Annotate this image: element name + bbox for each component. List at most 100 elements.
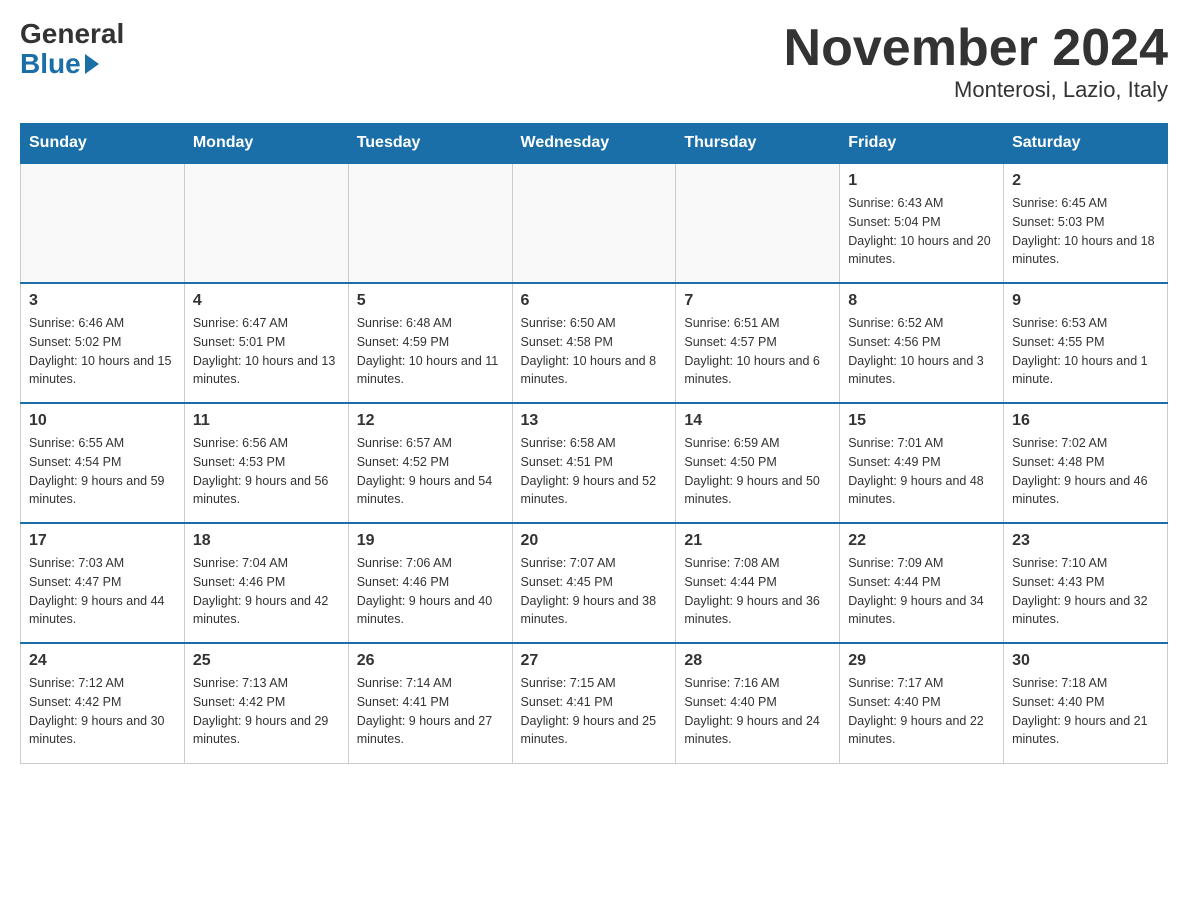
day-info: Sunrise: 7:15 AMSunset: 4:41 PMDaylight:… xyxy=(521,674,668,749)
calendar-day-cell xyxy=(21,163,185,283)
day-of-week-header: Sunday xyxy=(21,124,185,164)
calendar-day-cell: 30Sunrise: 7:18 AMSunset: 4:40 PMDayligh… xyxy=(1004,643,1168,763)
calendar-day-cell: 17 Sunrise: 7:03 AMSunset: 4:47 PMDayligh… xyxy=(21,523,185,643)
day-number: 17 xyxy=(29,532,176,550)
page-header: General Blue November 2024 Monterosi, La… xyxy=(20,20,1168,103)
day-info: Sunrise: 7:01 AMSunset: 4:49 PMDaylight:… xyxy=(848,434,995,509)
calendar-day-cell: 11 Sunrise: 6:56 AMSunset: 4:53 PMDayligh… xyxy=(184,403,348,523)
title-section: November 2024 Monterosi, Lazio, Italy xyxy=(784,20,1168,103)
calendar-day-cell: 1 Sunrise: 6:43 AMSunset: 5:04 PMDaylight… xyxy=(840,163,1004,283)
calendar-day-cell: 12 Sunrise: 6:57 AMSunset: 4:52 PMDayligh… xyxy=(348,403,512,523)
day-info: Sunrise: 6:48 AMSunset: 4:59 PMDaylight:… xyxy=(357,314,504,389)
day-number: 16 xyxy=(1012,412,1159,430)
day-info: Sunrise: 7:07 AMSunset: 4:45 PMDaylight:… xyxy=(521,554,668,629)
day-number: 7 xyxy=(684,292,831,310)
day-number: 8 xyxy=(848,292,995,310)
logo-general-text: General xyxy=(20,20,124,48)
day-info: Sunrise: 7:04 AMSunset: 4:46 PMDaylight:… xyxy=(193,554,340,629)
day-number: 1 xyxy=(848,172,995,190)
day-number: 15 xyxy=(848,412,995,430)
calendar-week-row: 1 Sunrise: 6:43 AMSunset: 5:04 PMDaylight… xyxy=(21,163,1168,283)
calendar-table: SundayMondayTuesdayWednesdayThursdayFrid… xyxy=(20,123,1168,764)
day-info: Sunrise: 7:16 AMSunset: 4:40 PMDaylight:… xyxy=(684,674,831,749)
day-info: Sunrise: 7:18 AMSunset: 4:40 PMDaylight:… xyxy=(1012,674,1159,749)
calendar-day-cell: 3 Sunrise: 6:46 AMSunset: 5:02 PMDaylight… xyxy=(21,283,185,403)
day-number: 22 xyxy=(848,532,995,550)
calendar-day-cell: 20 Sunrise: 7:07 AMSunset: 4:45 PMDayligh… xyxy=(512,523,676,643)
day-info: Sunrise: 7:17 AMSunset: 4:40 PMDaylight:… xyxy=(848,674,995,749)
day-info: Sunrise: 6:46 AMSunset: 5:02 PMDaylight:… xyxy=(29,314,176,389)
day-number: 27 xyxy=(521,652,668,670)
calendar-day-cell: 27 Sunrise: 7:15 AMSunset: 4:41 PMDayligh… xyxy=(512,643,676,763)
calendar-day-cell: 24 Sunrise: 7:12 AMSunset: 4:42 PMDayligh… xyxy=(21,643,185,763)
day-number: 20 xyxy=(521,532,668,550)
calendar-day-cell: 5 Sunrise: 6:48 AMSunset: 4:59 PMDaylight… xyxy=(348,283,512,403)
calendar-day-cell: 16 Sunrise: 7:02 AMSunset: 4:48 PMDayligh… xyxy=(1004,403,1168,523)
day-info: Sunrise: 7:14 AMSunset: 4:41 PMDaylight:… xyxy=(357,674,504,749)
day-number: 23 xyxy=(1012,532,1159,550)
page-subtitle: Monterosi, Lazio, Italy xyxy=(784,77,1168,103)
day-of-week-header: Saturday xyxy=(1004,124,1168,164)
calendar-day-cell xyxy=(512,163,676,283)
calendar-day-cell: 2Sunrise: 6:45 AMSunset: 5:03 PMDaylight… xyxy=(1004,163,1168,283)
day-number: 13 xyxy=(521,412,668,430)
day-number: 5 xyxy=(357,292,504,310)
logo: General Blue xyxy=(20,20,124,80)
day-number: 4 xyxy=(193,292,340,310)
day-info: Sunrise: 6:58 AMSunset: 4:51 PMDaylight:… xyxy=(521,434,668,509)
calendar-day-cell: 10Sunrise: 6:55 AMSunset: 4:54 PMDayligh… xyxy=(21,403,185,523)
calendar-day-cell xyxy=(348,163,512,283)
day-info: Sunrise: 6:56 AMSunset: 4:53 PMDaylight:… xyxy=(193,434,340,509)
day-info: Sunrise: 6:51 AMSunset: 4:57 PMDaylight:… xyxy=(684,314,831,389)
day-info: Sunrise: 6:50 AMSunset: 4:58 PMDaylight:… xyxy=(521,314,668,389)
day-number: 10 xyxy=(29,412,176,430)
calendar-day-cell: 13 Sunrise: 6:58 AMSunset: 4:51 PMDayligh… xyxy=(512,403,676,523)
day-of-week-header: Tuesday xyxy=(348,124,512,164)
calendar-day-cell: 8 Sunrise: 6:52 AMSunset: 4:56 PMDaylight… xyxy=(840,283,1004,403)
day-number: 24 xyxy=(29,652,176,670)
day-number: 14 xyxy=(684,412,831,430)
logo-blue-text: Blue xyxy=(20,48,99,80)
day-number: 19 xyxy=(357,532,504,550)
page-title: November 2024 xyxy=(784,20,1168,77)
calendar-day-cell xyxy=(676,163,840,283)
calendar-day-cell: 19Sunrise: 7:06 AMSunset: 4:46 PMDayligh… xyxy=(348,523,512,643)
calendar-week-row: 10Sunrise: 6:55 AMSunset: 4:54 PMDayligh… xyxy=(21,403,1168,523)
logo-triangle-icon xyxy=(85,54,99,74)
calendar-day-cell xyxy=(184,163,348,283)
calendar-day-cell: 26 Sunrise: 7:14 AMSunset: 4:41 PMDayligh… xyxy=(348,643,512,763)
day-number: 18 xyxy=(193,532,340,550)
day-number: 6 xyxy=(521,292,668,310)
calendar-day-cell: 28Sunrise: 7:16 AMSunset: 4:40 PMDayligh… xyxy=(676,643,840,763)
calendar-week-row: 24 Sunrise: 7:12 AMSunset: 4:42 PMDayligh… xyxy=(21,643,1168,763)
calendar-header-row: SundayMondayTuesdayWednesdayThursdayFrid… xyxy=(21,124,1168,164)
day-number: 11 xyxy=(193,412,340,430)
day-info: Sunrise: 6:43 AMSunset: 5:04 PMDaylight:… xyxy=(848,194,995,269)
day-info: Sunrise: 7:02 AMSunset: 4:48 PMDaylight:… xyxy=(1012,434,1159,509)
day-info: Sunrise: 7:03 AMSunset: 4:47 PMDaylight:… xyxy=(29,554,176,629)
day-info: Sunrise: 7:09 AMSunset: 4:44 PMDaylight:… xyxy=(848,554,995,629)
day-info: Sunrise: 7:12 AMSunset: 4:42 PMDaylight:… xyxy=(29,674,176,749)
calendar-day-cell: 25 Sunrise: 7:13 AMSunset: 4:42 PMDayligh… xyxy=(184,643,348,763)
day-number: 25 xyxy=(193,652,340,670)
day-info: Sunrise: 7:10 AMSunset: 4:43 PMDaylight:… xyxy=(1012,554,1159,629)
calendar-day-cell: 18 Sunrise: 7:04 AMSunset: 4:46 PMDayligh… xyxy=(184,523,348,643)
day-of-week-header: Thursday xyxy=(676,124,840,164)
calendar-day-cell: 15 Sunrise: 7:01 AMSunset: 4:49 PMDayligh… xyxy=(840,403,1004,523)
day-number: 9 xyxy=(1012,292,1159,310)
day-of-week-header: Friday xyxy=(840,124,1004,164)
day-number: 12 xyxy=(357,412,504,430)
day-info: Sunrise: 6:53 AMSunset: 4:55 PMDaylight:… xyxy=(1012,314,1159,389)
day-number: 3 xyxy=(29,292,176,310)
day-info: Sunrise: 6:57 AMSunset: 4:52 PMDaylight:… xyxy=(357,434,504,509)
calendar-day-cell: 7 Sunrise: 6:51 AMSunset: 4:57 PMDaylight… xyxy=(676,283,840,403)
day-of-week-header: Monday xyxy=(184,124,348,164)
day-info: Sunrise: 7:08 AMSunset: 4:44 PMDaylight:… xyxy=(684,554,831,629)
day-number: 21 xyxy=(684,532,831,550)
day-info: Sunrise: 6:59 AMSunset: 4:50 PMDaylight:… xyxy=(684,434,831,509)
day-number: 2 xyxy=(1012,172,1159,190)
day-info: Sunrise: 6:52 AMSunset: 4:56 PMDaylight:… xyxy=(848,314,995,389)
day-info: Sunrise: 7:13 AMSunset: 4:42 PMDaylight:… xyxy=(193,674,340,749)
calendar-day-cell: 23 Sunrise: 7:10 AMSunset: 4:43 PMDayligh… xyxy=(1004,523,1168,643)
day-number: 26 xyxy=(357,652,504,670)
